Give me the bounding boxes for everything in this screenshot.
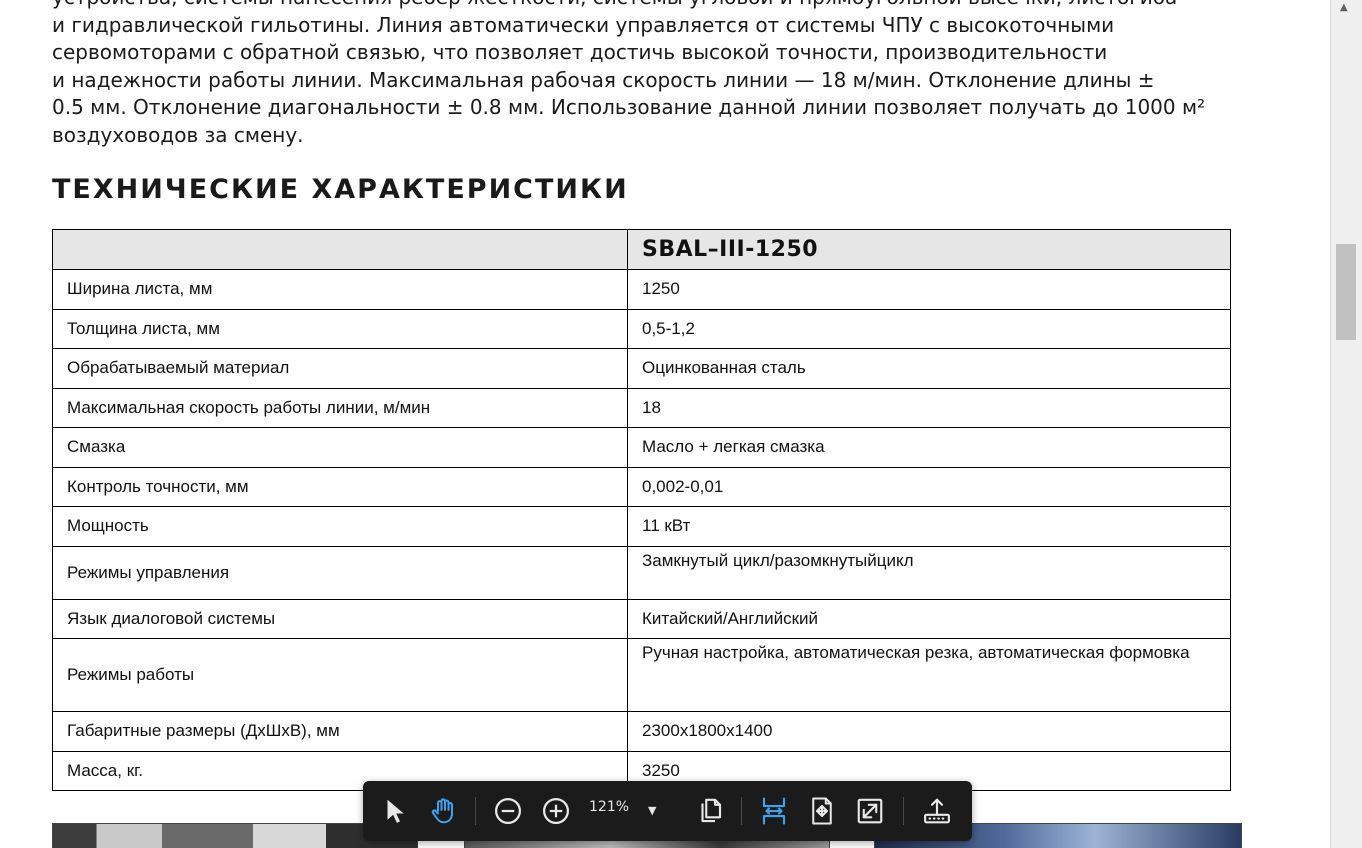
header-cell-model: SBAL–III-1250 [627,229,1231,270]
zoom-in-icon[interactable] [538,793,574,829]
intro-paragraph: устройства, системы нанесения ребер жест… [52,0,1252,149]
spec-value: 0,5-1,2 [627,308,1231,349]
spec-value: 18 [627,387,1231,428]
table-row: Язык диалоговой системы Китайский/Англий… [52,598,1231,639]
intro-line: 0.5 мм. Отклонение диагональности ± 0.8 … [52,95,1206,119]
toolbar-separator [475,797,476,825]
spec-name: Максимальная скорость работы линии, м/ми… [52,387,628,428]
fullscreen-icon[interactable] [852,793,888,829]
document-page: устройства, системы нанесения ребер жест… [0,0,1330,848]
spec-value: Китайский/Английский [627,598,1231,639]
spec-name: Смазка [52,427,628,468]
intro-line: устройства, системы нанесения ребер жест… [52,0,1252,12]
table-header-row: SBAL–III-1250 [52,229,1231,270]
spec-name: Режимы работы [52,638,628,712]
vertical-scrollbar[interactable]: ▲ [1330,0,1362,848]
table-row: Режимы работы Ручная настройка, автомати… [52,638,1231,712]
page-view-icon[interactable] [692,793,728,829]
fit-page-icon[interactable] [804,793,840,829]
spec-value: Замкнутый цикл/разомкнутыйцикл [627,545,1231,600]
share-icon[interactable] [919,793,955,829]
table-row: Максимальная скорость работы линии, м/ми… [52,387,1231,428]
table-row: Ширина листа, мм 1250 [52,269,1231,310]
table-row: Мощность 11 кВт [52,506,1231,547]
toolbar-separator [903,797,904,825]
spec-value: 1250 [627,269,1231,310]
select-cursor-icon[interactable] [377,793,413,829]
intro-line: воздуховодов за смену. [52,122,304,147]
spec-name: Ширина листа, мм [52,269,628,310]
zoom-dropdown-icon[interactable]: ▼ [648,797,656,825]
fit-width-icon[interactable] [756,793,792,829]
specs-table: SBAL–III-1250 Ширина листа, мм 1250 Толщ… [52,229,1231,791]
spec-value: 11 кВт [627,506,1231,547]
spec-name: Мощность [52,506,628,547]
header-cell-empty [52,229,628,270]
table-row: Толщина листа, мм 0,5-1,2 [52,308,1231,349]
zoom-level-input[interactable]: 121% [589,799,629,815]
spec-value: Ручная настройка, автоматическая резка, … [627,638,1231,712]
zoom-out-icon[interactable] [490,793,526,829]
spec-name: Толщина листа, мм [52,308,628,349]
intro-line: сервомоторами с обратной связью, что поз… [52,40,1108,64]
intro-line: и гидравлической гильотины. Линия автома… [52,12,1115,37]
toolbar-separator [741,797,742,825]
spec-name: Режимы управления [52,545,628,600]
pdf-viewer-toolbar: 121% ▼ [363,781,972,841]
table-row: Смазка Масло + легкая смазка [52,427,1231,468]
spec-value: 2300х1800х1400 [627,711,1231,752]
table-row: Режимы управления Замкнутый цикл/разомкн… [52,545,1231,600]
spec-value: Оцинкованная сталь [627,348,1231,389]
spec-name: Язык диалоговой системы [52,598,628,639]
spec-value: 0,002-0,01 [627,466,1231,507]
scroll-up-arrow-icon[interactable]: ▲ [1340,2,1348,13]
spec-name: Габаритные размеры (ДхШхВ), мм [52,711,628,752]
spec-value: Масло + легкая смазка [627,427,1231,468]
hand-tool-icon[interactable] [425,793,461,829]
spec-name: Контроль точности, мм [52,466,628,507]
table-row: Габаритные размеры (ДхШхВ), мм 2300х1800… [52,711,1231,752]
spec-name: Обрабатываемый материал [52,348,628,389]
section-title: ТЕХНИЧЕСКИЕ ХАРАКТЕРИСТИКИ [52,174,629,205]
table-row: Обрабатываемый материал Оцинкованная ста… [52,348,1231,389]
scrollbar-thumb[interactable] [1336,244,1356,340]
table-row: Контроль точности, мм 0,002-0,01 [52,466,1231,507]
intro-line: и надежности работы линии. Максимальная … [52,67,1155,92]
